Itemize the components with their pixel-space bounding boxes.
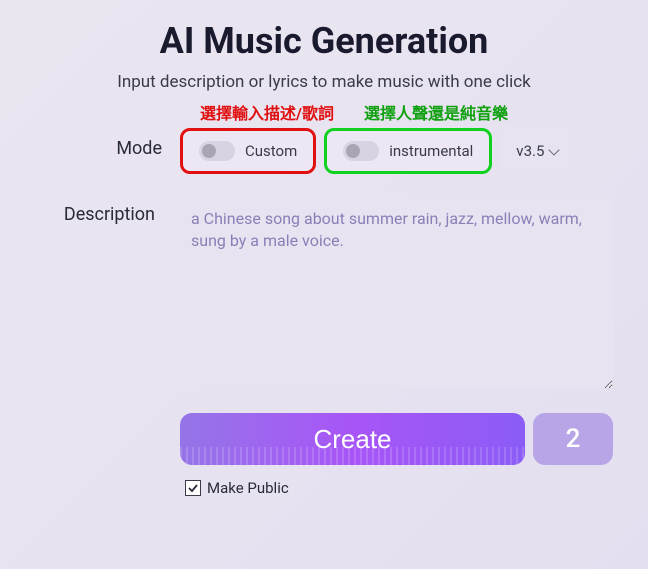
chevron-down-icon [549, 144, 560, 155]
custom-toggle-container[interactable]: Custom [180, 128, 316, 174]
annotation-mode-custom: 選擇輸入描述/歌詞 [200, 100, 334, 124]
create-button[interactable]: Create [180, 413, 525, 465]
checkmark-icon [187, 482, 199, 494]
subtitle: Input description or lyrics to make musi… [35, 72, 613, 92]
instrumental-toggle[interactable] [343, 141, 379, 161]
description-input[interactable] [173, 194, 613, 389]
annotation-mode-instrumental: 選擇人聲還是純音樂 [364, 100, 508, 124]
page-title: AI Music Generation [35, 20, 613, 62]
count-selector[interactable]: 2 [533, 413, 613, 465]
toggle-knob [202, 144, 216, 158]
custom-toggle-label: Custom [245, 142, 297, 160]
make-public-label: Make Public [207, 479, 289, 497]
custom-toggle[interactable] [199, 141, 235, 161]
make-public-checkbox[interactable] [185, 480, 201, 496]
mode-label: Mode [35, 128, 180, 159]
description-label: Description [35, 194, 173, 225]
toggle-knob [346, 144, 360, 158]
instrumental-toggle-container[interactable]: instrumental [324, 128, 492, 174]
version-label: v3.5 [516, 142, 544, 160]
version-select[interactable]: v3.5 [500, 128, 574, 174]
instrumental-toggle-label: instrumental [389, 142, 473, 160]
